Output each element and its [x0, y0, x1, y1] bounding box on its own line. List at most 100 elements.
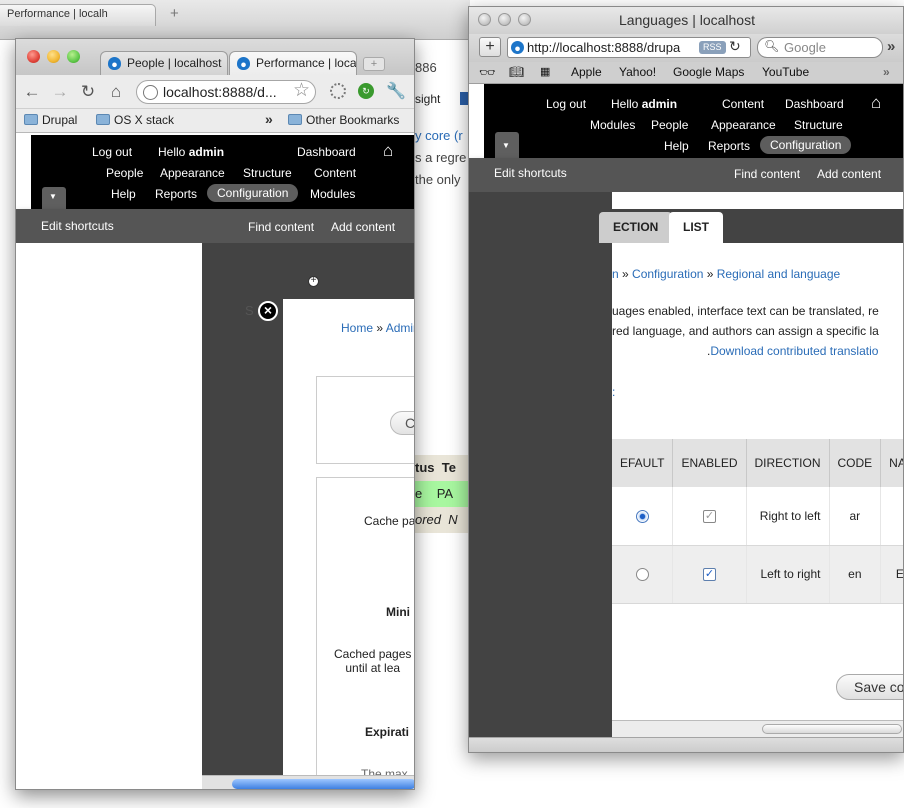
default-cell: [612, 487, 674, 546]
menu-help[interactable]: Help: [664, 139, 689, 153]
address-bar[interactable]: localhost:8888/d...: [136, 80, 316, 104]
menu-people[interactable]: People: [106, 166, 143, 180]
menu-modules[interactable]: Modules: [590, 118, 635, 132]
shortcut-drawer-toggle[interactable]: ▼: [495, 132, 519, 158]
hello-user[interactable]: Hello admin: [158, 145, 224, 159]
default-radio[interactable]: [635, 568, 649, 582]
enabled-checkbox[interactable]: ✓: [702, 509, 716, 523]
logout-link[interactable]: Log out: [546, 97, 586, 111]
horizontal-scrollbar[interactable]: [202, 775, 414, 789]
download-translations-link[interactable]: Download contributed translatio: [710, 344, 878, 358]
menu-modules[interactable]: Modules: [310, 187, 355, 201]
shortcut-drawer-toggle[interactable]: ▼: [42, 187, 66, 209]
menu-structure[interactable]: Structure: [794, 118, 843, 132]
home-icon[interactable]: ⌂: [383, 141, 393, 161]
reading-list-icon[interactable]: 👓︎: [479, 65, 496, 81]
new-tab-icon[interactable]: +: [170, 5, 179, 22]
bookmarks-overflow-chevron-icon[interactable]: »: [883, 65, 890, 79]
tab-people[interactable]: People | localhost: [100, 51, 228, 75]
add-bookmark-button[interactable]: +: [479, 37, 501, 57]
menu-dashboard[interactable]: Dashboard: [785, 97, 844, 111]
background-link[interactable]: y core (r: [415, 128, 463, 143]
logout-link[interactable]: Log out: [92, 145, 132, 159]
enabled-checkbox[interactable]: ✓: [702, 568, 716, 582]
overlay-backdrop: [469, 192, 612, 737]
bookmarks-book-icon[interactable]: 📖︎: [509, 65, 524, 79]
menu-configuration[interactable]: Configuration: [207, 184, 299, 202]
tab-detection[interactable]: ECTION: [599, 212, 673, 243]
bookmark-star-icon[interactable]: ☆: [293, 79, 310, 102]
hello-user[interactable]: Hello admin: [611, 97, 677, 111]
minimize-window-button[interactable]: [47, 50, 60, 63]
bookmark-osx-stack[interactable]: OS X stack: [96, 113, 174, 127]
drupal-admin-toolbar: Log out Hello admin Dashboard ⌂ People A…: [31, 135, 414, 209]
menu-reports[interactable]: Reports: [155, 187, 197, 201]
bookmarks-overflow-chevron-icon[interactable]: »: [265, 111, 273, 127]
menu-content[interactable]: Content: [722, 97, 764, 111]
background-tab-performance[interactable]: Performance | localh: [0, 4, 156, 26]
extension-gear-icon[interactable]: [330, 83, 346, 99]
scrollbar-thumb[interactable]: [762, 724, 902, 734]
menu-dashboard[interactable]: Dashboard: [297, 145, 356, 159]
menu-configuration[interactable]: Configuration: [760, 136, 852, 154]
breadcrumb-home[interactable]: Home: [341, 321, 373, 335]
zoom-window-button[interactable]: [67, 50, 80, 63]
bookmark-apple[interactable]: Apple: [571, 65, 602, 79]
cached-pages-description: Cached pages until at lea: [334, 647, 411, 675]
breadcrumb-admin[interactable]: n: [612, 267, 619, 281]
forward-arrow-icon[interactable]: →: [50, 82, 70, 102]
reload-icon[interactable]: ↻: [78, 82, 98, 102]
home-icon[interactable]: ⌂: [106, 82, 126, 102]
zoom-window-button[interactable]: [518, 13, 531, 26]
reload-icon[interactable]: ↻: [729, 38, 741, 55]
breadcrumb-administration[interactable]: Admin: [386, 321, 414, 335]
minimize-window-button[interactable]: [498, 13, 511, 26]
bookmark-youtube[interactable]: YouTube: [762, 65, 809, 79]
add-language-link[interactable]: :: [612, 385, 615, 399]
edit-shortcuts-link[interactable]: Edit shortcuts: [494, 166, 567, 180]
bookmark-label: OS X stack: [114, 113, 175, 127]
background-bookmark-fragment[interactable]: sight: [415, 92, 440, 106]
address-text[interactable]: http://localhost:8888/drupa: [527, 40, 680, 55]
menu-reports[interactable]: Reports: [708, 139, 750, 153]
bookmark-yahoo[interactable]: Yahoo!: [619, 65, 656, 79]
edit-shortcuts-link[interactable]: Edit shortcuts: [41, 219, 114, 233]
home-icon[interactable]: ⌂: [871, 93, 881, 113]
add-content-link[interactable]: Add content: [817, 167, 881, 181]
rss-badge[interactable]: RSS: [699, 41, 726, 54]
address-bar[interactable]: http://localhost:8888/drupa RSS ↻: [507, 37, 751, 58]
bookmark-other[interactable]: Other Bookmarks: [288, 113, 399, 127]
horizontal-scrollbar[interactable]: [612, 720, 903, 737]
menu-people[interactable]: People: [651, 118, 688, 132]
menu-structure[interactable]: Structure: [243, 166, 292, 180]
clear-cache-button[interactable]: C: [390, 411, 414, 435]
add-content-link[interactable]: Add content: [331, 220, 395, 234]
find-content-link[interactable]: Find content: [734, 167, 800, 181]
breadcrumb-configuration[interactable]: Configuration: [632, 267, 703, 281]
new-tab-button[interactable]: +: [363, 57, 385, 71]
close-window-button[interactable]: [27, 50, 40, 63]
top-sites-grid-icon[interactable]: ▦: [540, 65, 550, 78]
save-configuration-button[interactable]: Save co: [836, 674, 903, 700]
menu-appearance[interactable]: Appearance: [711, 118, 776, 132]
address-text[interactable]: localhost:8888/d...: [163, 84, 277, 100]
menu-content[interactable]: Content: [314, 166, 356, 180]
menu-appearance[interactable]: Appearance: [160, 166, 225, 180]
bookmark-google-maps[interactable]: Google Maps: [673, 65, 744, 79]
default-radio[interactable]: [635, 509, 649, 523]
scrollbar-thumb[interactable]: [232, 779, 414, 789]
search-field[interactable]: 🔍︎ Google: [757, 37, 883, 58]
close-window-button[interactable]: [478, 13, 491, 26]
tab-performance[interactable]: Performance | localhost: [229, 51, 357, 75]
wrench-icon[interactable]: 🔧: [386, 81, 406, 101]
bookmark-drupal[interactable]: Drupal: [24, 113, 77, 127]
toolbar-overflow-chevron-icon[interactable]: »: [887, 38, 895, 55]
tab-list[interactable]: LIST: [669, 212, 723, 243]
add-shortcut-icon[interactable]: +: [308, 276, 319, 287]
breadcrumb-regional-language[interactable]: Regional and language: [717, 267, 840, 281]
menu-help[interactable]: Help: [111, 187, 136, 201]
back-arrow-icon[interactable]: ←: [22, 82, 42, 102]
extension-timer-icon[interactable]: ↻: [358, 83, 374, 99]
close-overlay-icon[interactable]: ×: [258, 301, 278, 321]
find-content-link[interactable]: Find content: [248, 220, 314, 234]
